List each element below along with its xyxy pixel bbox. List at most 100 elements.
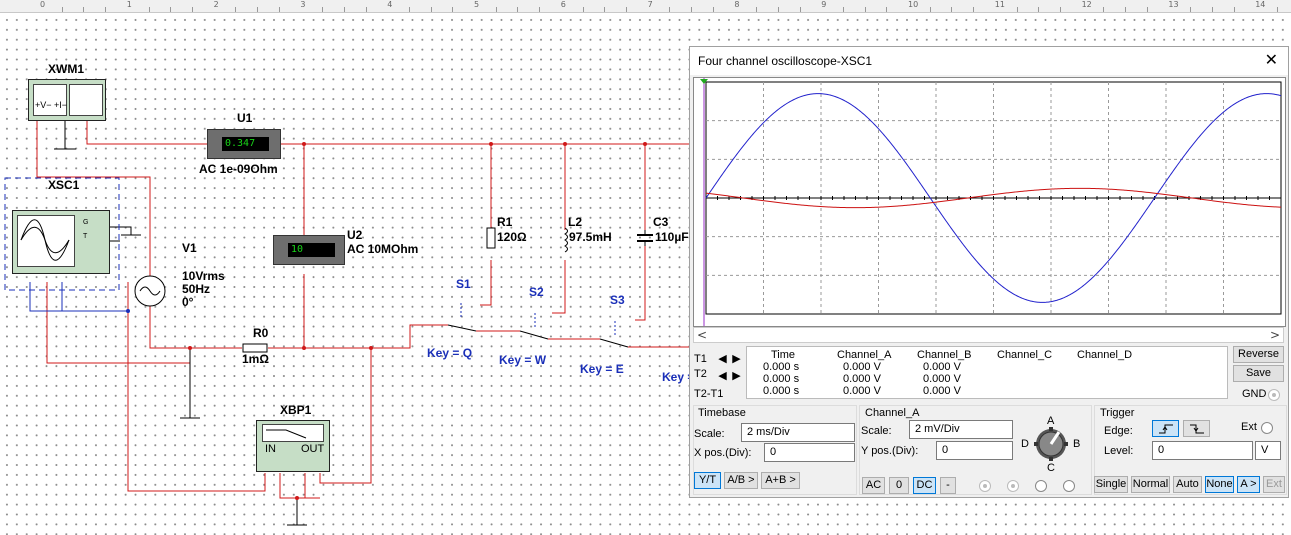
coupling-minus-button[interactable]: - [940, 477, 956, 494]
ruler-tick [148, 7, 150, 12]
falling-edge-button[interactable] [1183, 420, 1210, 437]
u2-reading: 10 [288, 243, 335, 257]
c3-label: C3 [653, 215, 669, 229]
ruler-tick [105, 7, 107, 12]
mode-a-plus-b-button[interactable]: A+B > [761, 472, 800, 489]
mode-ab-button[interactable]: A/B > [724, 472, 758, 489]
trigger-normal-button[interactable]: Normal [1131, 476, 1170, 493]
t1-left-arrow-icon[interactable]: ◀ [716, 352, 729, 365]
ruler-tick [1125, 7, 1126, 12]
s2-key: Key = W [499, 353, 547, 367]
gnd-radio[interactable] [1268, 389, 1280, 401]
level-unit[interactable]: V [1255, 441, 1281, 460]
c3-value: 110µF [655, 230, 689, 244]
v1-label: V1 [182, 241, 197, 255]
t2-channel-b: 0.000 V [923, 373, 961, 385]
x-pos-field[interactable]: 0 [764, 443, 855, 462]
s1-key: Key = Q [427, 346, 473, 360]
oscilloscope-window[interactable]: Four channel oscilloscope-XSC1 ✕ < > T1 … [689, 46, 1289, 498]
ruler-number: 8 [734, 0, 740, 9]
ruler-tick [625, 7, 627, 12]
rising-edge-button[interactable] [1152, 420, 1179, 437]
voltmeter-u1[interactable]: 0.347 [207, 129, 281, 159]
l2-value: 97.5mH [569, 230, 612, 244]
ruler-number: 4 [387, 0, 393, 9]
gnd-label: GND [1242, 388, 1267, 400]
scroll-right-icon[interactable]: > [1270, 328, 1280, 342]
ruler-tick [61, 7, 63, 12]
wattmeter-xwm1[interactable]: +V− +I− [28, 79, 106, 121]
coupling-dc-button[interactable]: DC [913, 477, 936, 494]
level-field[interactable]: 0 [1152, 441, 1253, 460]
ruler-tick [235, 7, 237, 12]
ruler-tick [452, 7, 454, 12]
xsc1-t-label: T [83, 233, 88, 240]
cursor-readout-table: Time Channel_A Channel_B Channel_C Chann… [746, 346, 1228, 399]
scroll-left-icon[interactable]: < [697, 328, 707, 342]
v1-phase: 0° [182, 295, 194, 309]
ruler-tick [278, 7, 280, 12]
channel-radio-4[interactable] [1063, 480, 1075, 492]
trigger-auto-button[interactable]: Auto [1173, 476, 1202, 493]
mode-yt-button[interactable]: Y/T [694, 472, 721, 489]
scope-screen[interactable] [693, 77, 1286, 327]
trigger-a-button[interactable]: A > [1237, 476, 1260, 493]
ruler-number: 0 [40, 0, 46, 9]
header-time: Time [771, 349, 796, 361]
channel-scale-field[interactable]: 2 mV/Div [909, 420, 1013, 439]
edge-label: Edge: [1104, 425, 1133, 437]
ruler-tick [842, 7, 844, 12]
trigger-single-button[interactable]: Single [1094, 476, 1128, 493]
ruler-tick [257, 7, 258, 12]
t2-time: 0.000 s [763, 373, 800, 385]
xbp1-in: IN [265, 443, 276, 455]
t2-left-arrow-icon[interactable]: ◀ [716, 369, 729, 382]
r0-label: R0 [253, 326, 269, 340]
ruler-tick [973, 7, 975, 12]
t1-channel-a: 0.000 V [843, 361, 881, 373]
voltmeter-u2[interactable]: 10 [273, 235, 345, 265]
ruler-tick [929, 7, 931, 12]
close-icon[interactable]: ✕ [1265, 50, 1278, 69]
horizontal-scrollbar[interactable]: < > [693, 327, 1284, 343]
ruler-number: 10 [908, 0, 919, 9]
channel-radio-3[interactable] [1035, 480, 1047, 492]
channel-radio-1[interactable] [979, 480, 991, 492]
coupling-zero-button[interactable]: 0 [889, 477, 909, 494]
falling-edge-icon [1189, 424, 1204, 434]
t1-right-arrow-icon[interactable]: ▶ [730, 352, 743, 365]
window-titlebar[interactable]: Four channel oscilloscope-XSC1 ✕ [690, 47, 1288, 75]
header-channel-b: Channel_B [917, 349, 972, 361]
reverse-button[interactable]: Reverse [1233, 346, 1284, 363]
ruler-tick [191, 7, 193, 12]
u1-reading: 0.347 [222, 137, 269, 151]
ruler-tick [1016, 7, 1018, 12]
channel-radio-2[interactable] [1007, 480, 1019, 492]
trigger-none-button[interactable]: None [1205, 476, 1234, 493]
timebase-scale-field[interactable]: 2 ms/Div [741, 423, 855, 442]
s3-label: S3 [610, 293, 625, 307]
t2-t1-channel-b: 0.000 V [923, 385, 961, 397]
save-button[interactable]: Save [1233, 365, 1284, 382]
coupling-ac-button[interactable]: AC [862, 477, 885, 494]
ruler-tick [864, 7, 866, 12]
ruler-number: 12 [1081, 0, 1092, 9]
oscilloscope-xsc1[interactable]: G T [12, 210, 110, 274]
ruler-tick [604, 7, 606, 12]
xwm1-pins: +V− +I− [35, 100, 68, 110]
t2-right-arrow-icon[interactable]: ▶ [730, 369, 743, 382]
rising-edge-icon [1158, 424, 1173, 434]
header-channel-d: Channel_D [1077, 349, 1133, 361]
ext-radio[interactable] [1261, 422, 1273, 434]
channel-selector-knob-icon[interactable] [1031, 424, 1071, 464]
ruler-tick [799, 7, 801, 12]
y-pos-field[interactable]: 0 [936, 441, 1013, 460]
trigger-ext-button[interactable]: Ext [1263, 476, 1285, 493]
ruler-tick [1211, 7, 1213, 12]
knob-label-b: B [1073, 438, 1081, 450]
bode-plotter-xbp1[interactable]: IN OUT [256, 420, 330, 472]
ruler-number: 13 [1168, 0, 1179, 9]
ruler-number: 7 [647, 0, 653, 9]
ruler-number: 1 [126, 0, 132, 9]
ruler-tick [777, 7, 779, 12]
